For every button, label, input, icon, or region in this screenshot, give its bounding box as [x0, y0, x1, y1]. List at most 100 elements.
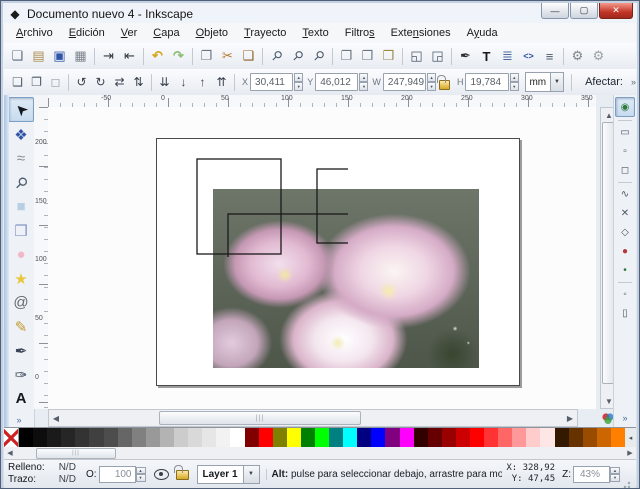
palette-swatch[interactable]: [174, 428, 189, 448]
snap-bbox-button[interactable]: ▭: [616, 123, 634, 141]
x-field[interactable]: 30,411: [250, 73, 294, 91]
palette-swatch[interactable]: [357, 428, 372, 448]
palette-swatch[interactable]: [413, 428, 428, 448]
snap-bbox-corners-button[interactable]: ◻: [616, 161, 634, 179]
menu-trayecto[interactable]: Trayecto: [236, 25, 294, 41]
flip-horizontal-button[interactable]: ⇄: [110, 73, 129, 92]
calligraphy-tool[interactable]: ✑: [9, 363, 33, 386]
snap-others-button[interactable]: ◦: [616, 285, 634, 303]
duplicate-button[interactable]: ❐: [336, 46, 357, 67]
opacity-field[interactable]: 100: [98, 465, 136, 483]
toolbar-overflow-chevron[interactable]: »: [631, 77, 636, 87]
group-selection-button[interactable]: ◱: [406, 46, 427, 67]
drawn-rectangle[interactable]: [316, 168, 348, 244]
cut-button[interactable]: ✂: [217, 46, 238, 67]
palette-swatch[interactable]: [33, 428, 48, 448]
palette-swatch[interactable]: [216, 428, 231, 448]
palette-swatch[interactable]: [300, 428, 315, 448]
menu-objeto[interactable]: Objeto: [188, 25, 236, 41]
palette-swatch[interactable]: [89, 428, 104, 448]
ellipse-tool[interactable]: ●: [9, 243, 33, 266]
palette-swatch[interactable]: [188, 428, 203, 448]
fill-stroke-indicator[interactable]: Relleno: N/D Trazo: N/D: [8, 462, 76, 486]
zoom-drawing-button[interactable]: ⚲: [287, 46, 308, 67]
zoom-selection-button[interactable]: ⚲: [266, 46, 287, 67]
undo-button[interactable]: ↶: [147, 46, 168, 67]
tweak-tool[interactable]: ≈: [9, 147, 33, 170]
fill-stroke-dialog-button[interactable]: ✒: [455, 46, 476, 67]
snapbar-overflow-chevron[interactable]: »: [622, 413, 627, 423]
import-image-button[interactable]: ⇥: [98, 46, 119, 67]
palette-swatch[interactable]: [568, 428, 583, 448]
vertical-ruler[interactable]: 200 150 100 50 0: [34, 107, 49, 409]
rect-tool[interactable]: ■: [9, 195, 33, 218]
spiral-tool[interactable]: @: [9, 291, 33, 314]
lower-button[interactable]: ↓: [174, 73, 193, 92]
lock-ratio-icon[interactable]: [437, 75, 450, 90]
snap-enable-button[interactable]: ◉: [615, 97, 635, 117]
menu-archivo[interactable]: Archivo: [8, 25, 61, 41]
toolbox-overflow-chevron[interactable]: »: [16, 415, 21, 425]
menu-extensiones[interactable]: Extensiones: [383, 25, 459, 41]
scroll-right-icon[interactable]: ▶: [563, 414, 577, 423]
palette-swatch[interactable]: [230, 428, 245, 448]
text-dialog-button[interactable]: T: [476, 46, 497, 67]
palette-scroll-thumb[interactable]: |||: [36, 447, 116, 459]
select-all-layers-button[interactable]: ❐: [27, 73, 46, 92]
paste-button[interactable]: ❑: [238, 46, 259, 67]
opacity-spinner[interactable]: ▲ ▼: [135, 466, 146, 482]
palette-scroll-right-icon[interactable]: ▶: [624, 449, 636, 457]
palette-swatch[interactable]: [103, 428, 118, 448]
menu-ver[interactable]: Ver: [113, 25, 146, 41]
palette-swatch[interactable]: [484, 428, 499, 448]
h-field[interactable]: 19,784: [465, 73, 509, 91]
palette-swatch[interactable]: [498, 428, 513, 448]
raise-button[interactable]: ↑: [193, 73, 212, 92]
zoom-field[interactable]: 43%: [573, 465, 610, 483]
palette-swatch[interactable]: [61, 428, 76, 448]
create-clone-button[interactable]: ❒: [357, 46, 378, 67]
open-document-button[interactable]: ▤: [28, 46, 49, 67]
document-properties-button[interactable]: ⚙: [588, 46, 609, 67]
palette-swatch[interactable]: [19, 428, 34, 448]
y-field[interactable]: 46,012: [315, 73, 359, 91]
redo-button[interactable]: ↷: [168, 46, 189, 67]
palette-swatch[interactable]: [75, 428, 90, 448]
layer-select[interactable]: Layer 1: [196, 464, 244, 484]
horizontal-scroll-thumb[interactable]: |||: [159, 411, 361, 425]
palette-swatch[interactable]: [117, 428, 132, 448]
palette-swatch[interactable]: [329, 428, 344, 448]
layer-visibility-eye-icon[interactable]: [153, 468, 169, 480]
menu-ayuda[interactable]: Ayuda: [459, 25, 506, 41]
raise-to-top-button[interactable]: ⇈: [212, 73, 231, 92]
palette-swatch[interactable]: [540, 428, 555, 448]
palette-swatch[interactable]: [610, 428, 626, 448]
text-tool[interactable]: A: [9, 387, 33, 410]
rotate-ccw-button[interactable]: ↺: [72, 73, 91, 92]
palette-scroll-left-icon[interactable]: ◀: [4, 449, 16, 457]
flip-vertical-button[interactable]: ⇅: [129, 73, 148, 92]
snap-bbox-edges-button[interactable]: ▫: [616, 142, 634, 160]
layer-dropdown-icon[interactable]: ▼: [243, 464, 260, 484]
layer-lock-icon[interactable]: [173, 465, 189, 480]
layers-dialog-button[interactable]: ≣: [497, 46, 518, 67]
scroll-left-icon[interactable]: ◀: [49, 414, 63, 423]
menu-texto[interactable]: Texto: [294, 25, 336, 41]
titlebar[interactable]: ◆ Documento nuevo 4 - Inkscape — ▢ ✕: [4, 3, 636, 23]
x-spinner[interactable]: ▲ ▼: [294, 73, 304, 91]
lower-to-bottom-button[interactable]: ⇊: [155, 73, 174, 92]
palette-swatch[interactable]: [512, 428, 527, 448]
unlink-clone-button[interactable]: ❒: [378, 46, 399, 67]
pen-tool[interactable]: ✒: [9, 339, 33, 362]
zoom-tool[interactable]: ⚲: [9, 171, 33, 194]
palette-overflow-arrow-icon[interactable]: ◂: [625, 428, 637, 448]
star-tool[interactable]: ★: [9, 267, 33, 290]
save-document-button[interactable]: ▣: [49, 46, 70, 67]
palette-swatch[interactable]: [159, 428, 175, 448]
snap-midpoints-button[interactable]: •: [616, 261, 634, 279]
copy-button[interactable]: ❐: [196, 46, 217, 67]
y-spinner[interactable]: ▲ ▼: [359, 73, 369, 91]
zoom-page-button[interactable]: ⚲: [308, 46, 329, 67]
menu-capa[interactable]: Capa: [145, 25, 187, 41]
palette-swatch[interactable]: [470, 428, 485, 448]
